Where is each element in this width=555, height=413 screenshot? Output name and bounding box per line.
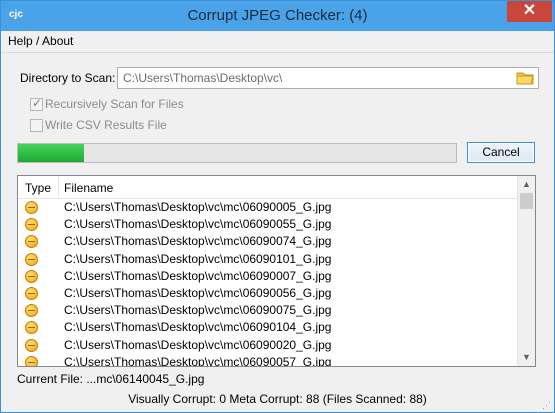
warning-face-icon [25, 321, 38, 335]
check-icon: ✓ [32, 96, 43, 110]
list-row[interactable]: C:\Users\Thomas\Desktop\vc\mc\06090074_G… [18, 232, 518, 249]
resize-grip-icon[interactable]: ⋰ [542, 400, 552, 410]
list-row[interactable]: C:\Users\Thomas\Desktop\vc\mc\06090005_G… [18, 198, 518, 215]
directory-label: Directory to Scan: [20, 71, 116, 85]
row-filename: C:\Users\Thomas\Desktop\vc\mc\06090056_G… [64, 285, 332, 300]
scroll-thumb[interactable] [520, 193, 533, 209]
list-row[interactable]: C:\Users\Thomas\Desktop\vc\mc\06090101_G… [18, 250, 518, 267]
warning-face-icon [25, 355, 38, 366]
current-file-text: Current File: ...mc\06140045_G.jpg [17, 372, 205, 386]
warning-face-icon [25, 286, 38, 300]
csv-label: Write CSV Results File [45, 118, 167, 132]
row-filename: C:\Users\Thomas\Desktop\vc\mc\06090007_G… [64, 268, 332, 283]
results-list[interactable]: Type Filename C:\Users\Thomas\Desktop\vc… [17, 175, 536, 367]
list-rows: C:\Users\Thomas\Desktop\vc\mc\06090005_G… [18, 198, 518, 367]
progress-fill [18, 144, 84, 162]
recursive-checkbox[interactable]: ✓ [30, 96, 43, 111]
warning-face-icon [25, 338, 38, 352]
menu-bar: Help / About [1, 31, 554, 53]
column-header-filename[interactable]: Filename [64, 181, 113, 195]
row-filename: C:\Users\Thomas\Desktop\vc\mc\06090075_G… [64, 303, 332, 318]
warning-face-icon [25, 304, 38, 318]
list-row[interactable]: C:\Users\Thomas\Desktop\vc\mc\06090057_G… [18, 353, 518, 367]
window-title: Corrupt JPEG Checker: (4) [187, 7, 368, 24]
cancel-button[interactable]: Cancel [467, 142, 535, 163]
column-divider[interactable] [58, 176, 59, 198]
warning-face-icon [25, 218, 38, 232]
row-filename: C:\Users\Thomas\Desktop\vc\mc\06090055_G… [64, 217, 332, 232]
app-window: cjc Corrupt JPEG Checker: (4) ✕ Help / A… [0, 0, 555, 413]
row-filename: C:\Users\Thomas\Desktop\vc\mc\06090101_G… [64, 251, 332, 266]
recursive-label: Recursively Scan for Files [45, 97, 184, 111]
status-text: Visually Corrupt: 0 Meta Corrupt: 88 (Fi… [128, 392, 427, 406]
row-filename: C:\Users\Thomas\Desktop\vc\mc\06090020_G… [64, 337, 332, 352]
folder-icon[interactable] [516, 71, 534, 85]
titlebar[interactable]: cjc Corrupt JPEG Checker: (4) ✕ [1, 1, 554, 31]
warning-face-icon [25, 252, 38, 266]
list-row[interactable]: C:\Users\Thomas\Desktop\vc\mc\06090104_G… [18, 318, 518, 335]
list-row[interactable]: C:\Users\Thomas\Desktop\vc\mc\06090020_G… [18, 336, 518, 353]
warning-face-icon [25, 201, 38, 214]
column-header-type[interactable]: Type [25, 181, 51, 195]
list-row[interactable]: C:\Users\Thomas\Desktop\vc\mc\06090007_G… [18, 267, 518, 284]
warning-face-icon [25, 235, 38, 249]
row-filename: C:\Users\Thomas\Desktop\vc\mc\06090074_G… [64, 234, 332, 249]
vertical-scrollbar[interactable]: ▲ ▼ [517, 176, 535, 366]
scroll-up-icon[interactable]: ▲ [518, 176, 535, 193]
directory-value: C:\Users\Thomas\Desktop\vc\ [123, 71, 283, 85]
scan-progress-bar [17, 143, 457, 163]
list-row[interactable]: C:\Users\Thomas\Desktop\vc\mc\06090056_G… [18, 284, 518, 301]
menu-help-about[interactable]: Help / About [8, 34, 73, 48]
row-filename: C:\Users\Thomas\Desktop\vc\mc\06090005_G… [64, 200, 332, 214]
row-filename: C:\Users\Thomas\Desktop\vc\mc\06090104_G… [64, 320, 332, 335]
directory-field[interactable]: C:\Users\Thomas\Desktop\vc\ [117, 67, 539, 89]
row-filename: C:\Users\Thomas\Desktop\vc\mc\06090057_G… [64, 354, 332, 367]
scroll-down-icon[interactable]: ▼ [518, 349, 535, 366]
csv-checkbox[interactable] [30, 119, 43, 132]
list-row[interactable]: C:\Users\Thomas\Desktop\vc\mc\06090055_G… [18, 215, 518, 232]
warning-face-icon [25, 269, 38, 283]
list-header: Type Filename [18, 176, 518, 199]
list-row[interactable]: C:\Users\Thomas\Desktop\vc\mc\06090075_G… [18, 301, 518, 318]
close-button[interactable]: ✕ [507, 1, 552, 22]
